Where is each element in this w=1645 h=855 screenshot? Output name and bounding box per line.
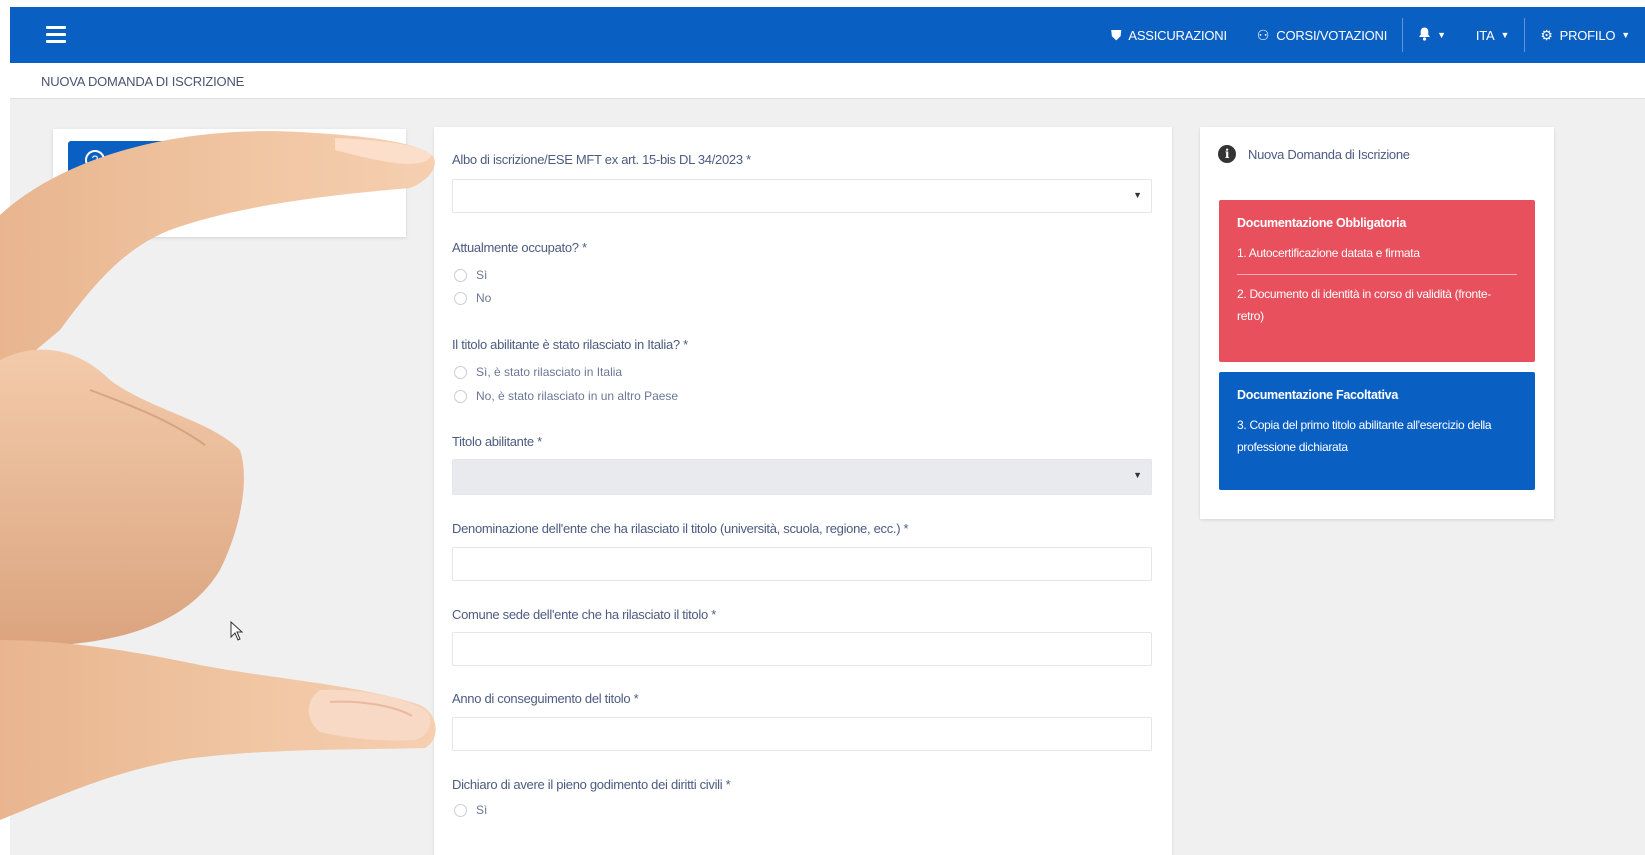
nav-notifications[interactable]: ▼ [1403, 7, 1461, 63]
top-nav: ⛊ ASSICURAZIONI ⚇ CORSI/VOTAZIONI ▼ ITA … [1096, 7, 1645, 63]
info-icon: i [1218, 145, 1236, 163]
radio-button[interactable] [454, 803, 467, 817]
doc-item: 1. Autocertificazione datata e firmata [1237, 246, 1420, 260]
radio-button[interactable] [454, 365, 467, 379]
radio-button[interactable] [454, 291, 467, 305]
registration-form: Albo di iscrizione/ESE MFT ex art. 15-bi… [434, 127, 1172, 855]
nav-assicurazioni-label: ASSICURAZIONI [1128, 27, 1227, 43]
profilo-label: PROFILO [1559, 27, 1616, 43]
doc-item: 2. Documento di identità in corso di val… [1237, 287, 1491, 323]
documentazione-facoltativa-box: Documentazione Facoltativa 3. Copia del … [1219, 372, 1535, 490]
radio-label: Sì [476, 268, 488, 282]
diritti-label: Dichiaro di avere il pieno godimento dei… [452, 777, 731, 792]
albo-label: Albo di iscrizione/ESE MFT ex art. 15-bi… [452, 152, 751, 167]
radio-button[interactable] [454, 268, 467, 282]
ente-input[interactable] [452, 547, 1152, 581]
nav-assicurazioni[interactable]: ⛊ ASSICURAZIONI [1096, 7, 1242, 63]
occupato-radio-si[interactable]: Sì [454, 268, 487, 282]
nav-corsi-votazioni[interactable]: ⚇ CORSI/VOTAZIONI [1242, 7, 1402, 63]
occupato-label: Attualmente occupato? * [452, 240, 587, 255]
info-icon: ? [85, 150, 105, 170]
comune-input[interactable] [452, 632, 1152, 666]
chevron-down-icon: ▼ [1133, 190, 1142, 200]
left-action-button[interactable]: ? [68, 141, 388, 181]
titolo-italia-radio-no[interactable]: No, è stato rilasciato in un altro Paese [454, 389, 678, 403]
app-screen: ⛊ ASSICURAZIONI ⚇ CORSI/VOTAZIONI ▼ ITA … [10, 7, 1645, 855]
chevron-down-icon: ▼ [1500, 30, 1510, 40]
radio-label: Sì [476, 803, 488, 817]
side-info-panel: i Nuova Domanda di Iscrizione Documentaz… [1200, 127, 1554, 519]
documentazione-obbligatoria-box: Documentazione Obbligatoria 1. Autocerti… [1219, 200, 1535, 362]
nav-language[interactable]: ITA ▼ [1461, 7, 1524, 63]
gear-icon: ⚙ [1540, 26, 1553, 43]
chevron-down-icon: ▼ [1437, 30, 1446, 40]
chevron-down-icon: ▼ [1621, 30, 1630, 40]
left-action-card: ? [53, 129, 406, 237]
ente-label: Denominazione dell'ente che ha rilasciat… [452, 521, 909, 536]
radio-label: Sì, è stato rilasciato in Italia [476, 365, 623, 379]
radio-label: No [476, 291, 492, 305]
mouse-cursor-icon [230, 620, 244, 646]
breadcrumb-bar: NUOVA DOMANDA DI ISCRIZIONE [10, 63, 1645, 99]
doc-title: Documentazione Obbligatoria [1237, 216, 1406, 230]
doc-item: 3. Copia del primo titolo abilitante all… [1237, 418, 1492, 454]
titolo-label: Titolo abilitante * [452, 434, 542, 449]
top-navbar: ⛊ ASSICURAZIONI ⚇ CORSI/VOTAZIONI ▼ ITA … [10, 7, 1645, 63]
nav-corsi-label: CORSI/VOTAZIONI [1276, 27, 1388, 43]
hamburger-menu-icon[interactable] [46, 26, 66, 43]
diritti-radio-si[interactable]: Sì [454, 803, 487, 817]
chevron-down-icon: ▼ [1133, 470, 1142, 480]
shield-icon: ⛊ [1111, 26, 1122, 43]
radio-button[interactable] [454, 389, 467, 403]
occupato-radio-no[interactable]: No [454, 291, 491, 305]
radio-label: No, è stato rilasciato in un altro Paese [476, 389, 679, 403]
comune-label: Comune sede dell'ente che ha rilasciato … [452, 607, 716, 622]
divider [1237, 274, 1517, 275]
side-title: Nuova Domanda di Iscrizione [1248, 146, 1410, 162]
language-label: ITA [1475, 27, 1495, 43]
users-icon: ⚇ [1256, 26, 1270, 43]
titolo-italia-label: Il titolo abilitante è stato rilasciato … [452, 337, 688, 352]
titolo-italia-radio-si[interactable]: Sì, è stato rilasciato in Italia [454, 365, 622, 379]
bell-icon [1418, 27, 1431, 44]
side-header: i Nuova Domanda di Iscrizione [1218, 145, 1410, 163]
doc-title: Documentazione Facoltativa [1237, 388, 1398, 402]
page-title: NUOVA DOMANDA DI ISCRIZIONE [41, 74, 245, 89]
nav-profilo[interactable]: ⚙ PROFILO ▼ [1525, 7, 1645, 63]
titolo-select[interactable]: ▼ [452, 459, 1152, 495]
albo-select[interactable]: ▼ [452, 179, 1152, 213]
anno-input[interactable] [452, 717, 1152, 751]
anno-label: Anno di conseguimento del titolo * [452, 691, 639, 706]
